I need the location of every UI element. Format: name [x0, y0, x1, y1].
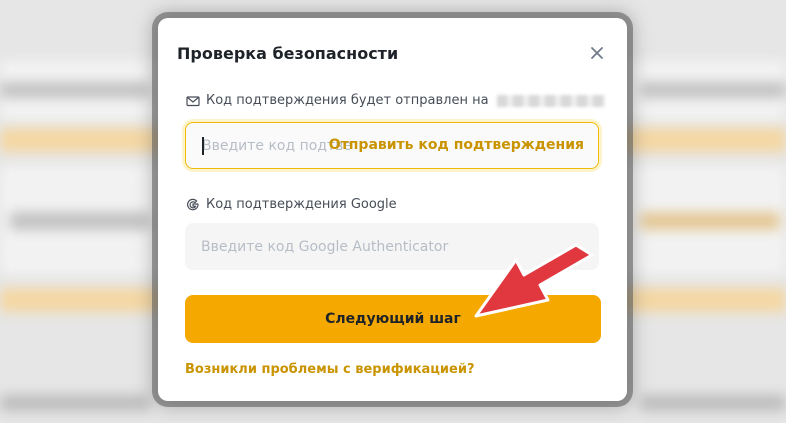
- mail-icon: [186, 94, 200, 108]
- dialog-title: Проверка безопасности: [177, 44, 399, 63]
- text-caret: [202, 137, 204, 155]
- close-button[interactable]: [586, 42, 608, 64]
- email-code-field[interactable]: Отправить код подтверждения: [185, 122, 599, 169]
- google-code-label-row: Код подтверждения Google: [186, 197, 397, 212]
- send-code-button[interactable]: Отправить код подтверждения: [329, 137, 584, 153]
- background-text: [640, 212, 780, 230]
- background-text: [0, 395, 150, 411]
- verification-help-link[interactable]: Возникли проблемы с верификацией?: [185, 362, 475, 377]
- background-text: [0, 82, 150, 98]
- background-text: [10, 212, 150, 230]
- google-code-label: Код подтверждения Google: [206, 197, 397, 212]
- google-code-field[interactable]: [185, 222, 599, 271]
- background-text: [640, 395, 786, 411]
- masked-email: [496, 94, 605, 107]
- close-icon: [591, 47, 603, 59]
- background-text: [640, 82, 786, 98]
- email-code-label: Код подтверждения будет отправлен на: [206, 93, 489, 108]
- email-code-label-row: Код подтверждения будет отправлен на: [186, 93, 605, 108]
- security-verification-dialog: Проверка безопасности Код подтверждения …: [158, 18, 627, 401]
- google-code-input[interactable]: [185, 222, 583, 271]
- next-step-button[interactable]: Следующий шаг: [185, 295, 601, 343]
- google-icon: [186, 198, 200, 212]
- email-code-input[interactable]: [186, 122, 352, 169]
